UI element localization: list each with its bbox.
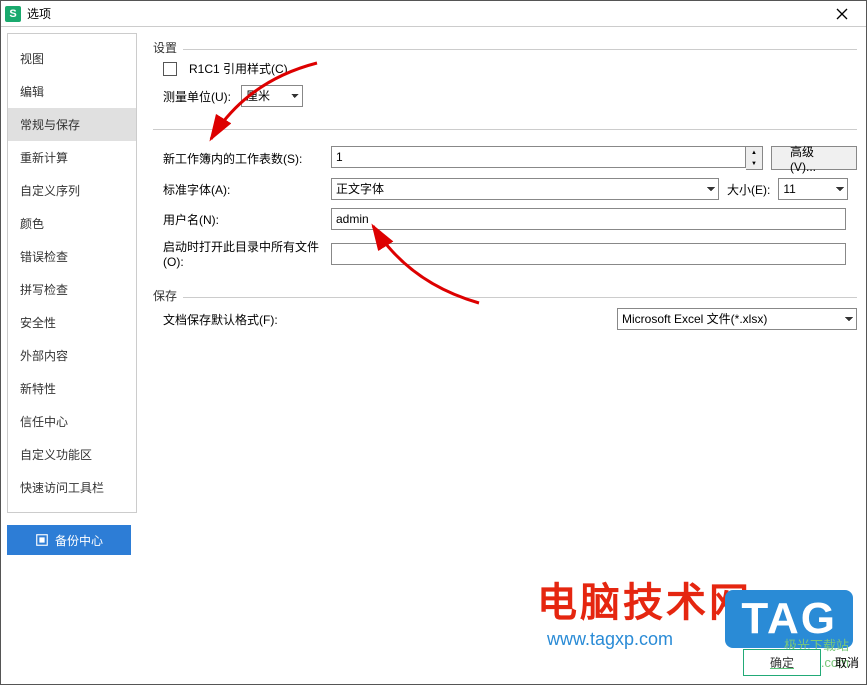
sidebar-item-label: 安全性 [20,316,56,330]
watermark-url: www.tagxp.com [547,629,673,650]
unit-label: 测量单位(U): [153,88,231,105]
dialog-footer: 确定 取消 [743,649,859,676]
startup-label: 启动时打开此目录中所有文件(O): [153,238,323,269]
sidebar-item-custom-list[interactable]: 自定义序列 [8,174,136,207]
sidebar-item-new-features[interactable]: 新特性 [8,372,136,405]
close-icon [836,8,848,20]
sidebar-item-custom-ribbon[interactable]: 自定义功能区 [8,438,136,471]
section-save-title: 保存 [153,287,857,304]
section-settings-title: 设置 [153,39,857,56]
sidebar-item-label: 视图 [20,52,44,66]
username-label: 用户名(N): [153,211,323,228]
font-select[interactable]: 正文字体 [331,178,719,200]
sidebar-item-external[interactable]: 外部内容 [8,339,136,372]
sidebar-item-label: 颜色 [20,217,44,231]
sidebar-item-error-check[interactable]: 错误检查 [8,240,136,273]
r1c1-label: R1C1 引用样式(C) [189,60,288,77]
watermark-text: 电脑技术网 [537,570,752,628]
sidebar-item-general-save[interactable]: 常规与保存 [8,108,136,141]
backup-label: 备份中心 [55,532,103,549]
backup-center-button[interactable]: 备份中心 [7,525,131,555]
size-select[interactable]: 11 [778,178,848,200]
sidebar-item-quick-access[interactable]: 快速访问工具栏 [8,471,136,504]
cancel-button[interactable]: 取消 [835,654,859,671]
app-icon: S [5,6,21,22]
default-format-label: 文档保存默认格式(F): [153,311,323,328]
window-title: 选项 [27,5,822,22]
sheets-spinner[interactable]: ▲ ▼ [331,146,763,170]
sidebar-item-label: 新特性 [20,382,56,396]
sheets-label: 新工作簿内的工作表数(S): [153,150,323,167]
sidebar-item-label: 自定义序列 [20,184,80,198]
sidebar-item-label: 外部内容 [20,349,68,363]
close-button[interactable] [822,2,862,26]
divider [183,49,857,50]
spin-down-icon[interactable]: ▼ [746,158,762,169]
sidebar-item-label: 重新计算 [20,151,68,165]
sidebar-item-label: 常规与保存 [20,118,80,132]
startup-path-input[interactable] [331,243,846,265]
titlebar: S 选项 [1,1,866,27]
size-label: 大小(E): [727,181,770,198]
advanced-button[interactable]: 高级(V)... [771,146,857,170]
default-format-select[interactable]: Microsoft Excel 文件(*.xlsx) [617,308,857,330]
main-area: 视图 编辑 常规与保存 重新计算 自定义序列 颜色 错误检查 拼写检查 安全性 … [1,27,866,684]
sidebar-item-label: 信任中心 [20,415,68,429]
font-label: 标准字体(A): [153,181,323,198]
sidebar-item-edit[interactable]: 编辑 [8,75,136,108]
sidebar-item-label: 错误检查 [20,250,68,264]
ok-button[interactable]: 确定 [743,649,821,676]
sidebar-item-label: 快速访问工具栏 [20,481,104,495]
sidebar-item-label: 自定义功能区 [20,448,92,462]
sidebar-item-trust-center[interactable]: 信任中心 [8,405,136,438]
spin-up-icon[interactable]: ▲ [746,147,762,158]
sheets-input[interactable] [331,146,746,168]
backup-icon [35,533,49,547]
sidebar-item-label: 编辑 [20,85,44,99]
sidebar-item-view[interactable]: 视图 [8,42,136,75]
sidebar-item-label: 拼写检查 [20,283,68,297]
sidebar-item-spell-check[interactable]: 拼写检查 [8,273,136,306]
sidebar-item-recalc[interactable]: 重新计算 [8,141,136,174]
content-panel: 设置 R1C1 引用样式(C) 测量单位(U): 厘米 新工作簿内的工作表数(S… [137,27,867,684]
sidebar: 视图 编辑 常规与保存 重新计算 自定义序列 颜色 错误检查 拼写检查 安全性 … [7,33,137,513]
sidebar-item-security[interactable]: 安全性 [8,306,136,339]
r1c1-checkbox[interactable] [163,62,177,76]
unit-select[interactable]: 厘米 [241,85,303,107]
username-input[interactable] [331,208,846,230]
divider [183,297,857,298]
sidebar-item-color[interactable]: 颜色 [8,207,136,240]
